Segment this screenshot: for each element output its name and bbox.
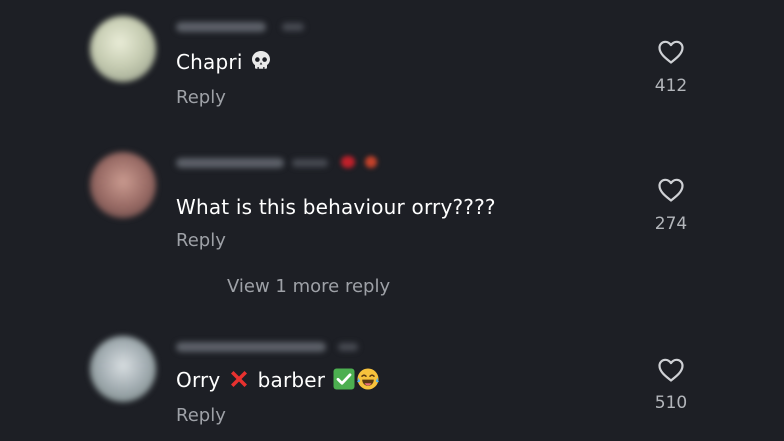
- like-count: 510: [654, 393, 688, 413]
- comment-text-part: barber: [257, 368, 326, 392]
- reply-button[interactable]: Reply: [176, 405, 226, 427]
- cross-mark-emoji-icon: [227, 367, 251, 397]
- comment-item: Orry barber Reply 510: [0, 0, 784, 441]
- username-blurred[interactable]: [176, 342, 326, 352]
- heart-outline-icon[interactable]: [657, 357, 685, 383]
- comment-text: Orry barber: [176, 367, 380, 397]
- avatar[interactable]: [90, 336, 156, 402]
- comment-text-part: Orry: [176, 368, 221, 392]
- check-mark-emoji-icon: [332, 367, 356, 397]
- timestamp-blurred: [338, 343, 358, 351]
- face-with-tears-of-joy-emoji-icon: [356, 367, 380, 397]
